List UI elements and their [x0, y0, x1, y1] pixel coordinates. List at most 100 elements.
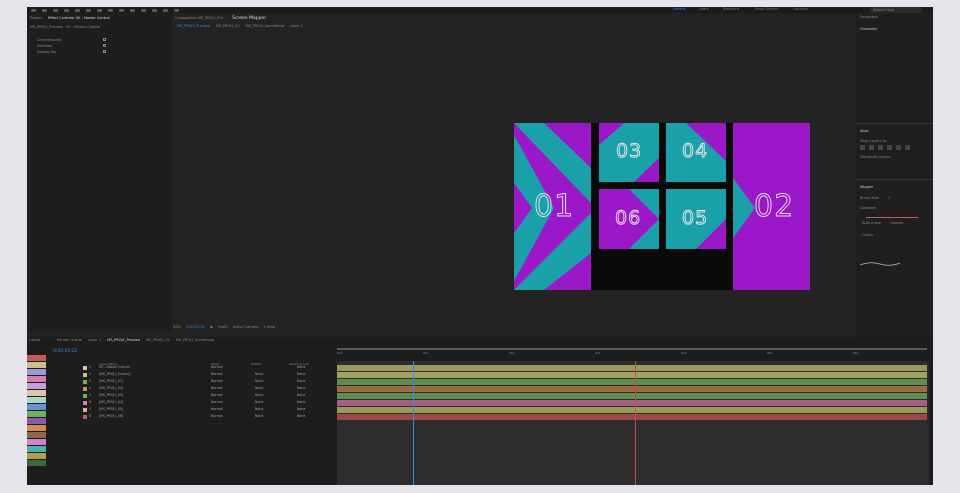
label-swatch[interactable] — [27, 404, 46, 410]
layer-duration-bar[interactable] — [337, 386, 927, 392]
layer-duration-bar[interactable] — [337, 365, 927, 371]
sections-checkbox[interactable] — [103, 44, 106, 47]
tab-layer-1[interactable]: Layer 1 — [88, 338, 101, 342]
text-tool-icon[interactable] — [130, 8, 135, 12]
layer-name[interactable]: [MS_PROJ1_04] — [99, 400, 123, 404]
label-swatch[interactable] — [27, 362, 46, 368]
layer-row[interactable]: 1 00 - Master Control Normal None — [49, 365, 335, 371]
label-swatch[interactable] — [27, 439, 46, 445]
magnification-dropdown[interactable]: 50% — [173, 325, 181, 329]
hand-tool-icon[interactable] — [53, 8, 58, 12]
effect-checkerboard[interactable]: Checkerboard — [37, 38, 61, 42]
layer-mode-dropdown[interactable]: Normal — [211, 365, 223, 369]
workspace-small-screen[interactable]: Small Screen — [755, 7, 778, 11]
layer-row[interactable]: 8 [MS_PROJ1_06] Normal None None — [49, 414, 335, 420]
layer-parent-dropdown[interactable]: None — [297, 393, 305, 397]
composition-viewer[interactable]: 01 03 04 02 06 05 — [173, 30, 855, 320]
timeline-current-time[interactable]: 0:00:03:22 — [53, 349, 78, 354]
label-swatch[interactable] — [27, 397, 46, 403]
tab-ms-proj1-02[interactable]: MS_PROJ1_02 — [146, 338, 170, 342]
layer-mode-dropdown[interactable]: Normal — [211, 386, 223, 390]
layer-duration-bar[interactable] — [337, 372, 927, 378]
layer-name[interactable]: [MS_PROJ1_03] — [99, 393, 123, 397]
rotate-tool-icon[interactable] — [75, 8, 80, 12]
layer-name[interactable]: [MS_PROJ1_Screen] — [99, 372, 130, 376]
opacity-checkbox[interactable]: Opacity — [890, 221, 903, 225]
align-bottom-icon[interactable] — [905, 145, 910, 150]
views-dropdown[interactable]: 1 View — [263, 325, 275, 329]
effect-display-no[interactable]: Display No. — [37, 50, 57, 54]
camera-dropdown[interactable]: Active Camera — [233, 325, 259, 329]
eraser-tool-icon[interactable] — [163, 8, 168, 12]
layer-duration-bar[interactable] — [337, 414, 927, 420]
label-swatch[interactable] — [27, 425, 46, 431]
layer-duration-bar[interactable] — [337, 393, 927, 399]
tab-ms-proj1-02[interactable]: MS_PROJ1_02 — [216, 24, 240, 28]
layer-parent-dropdown[interactable]: None — [297, 386, 305, 390]
label-swatch[interactable] — [27, 355, 46, 361]
layer-label-color[interactable] — [83, 380, 87, 384]
layer-duration-bar[interactable] — [337, 407, 927, 413]
playhead[interactable] — [413, 361, 414, 485]
label-swatch[interactable] — [27, 390, 46, 396]
resolution-dropdown[interactable]: (Half) — [218, 325, 228, 329]
layer-trkmat-dropdown[interactable]: None — [255, 407, 263, 411]
layer-duration-bar[interactable] — [337, 400, 927, 406]
label-swatch[interactable] — [27, 446, 46, 452]
tile-03[interactable]: 03 — [599, 123, 659, 182]
label-swatch[interactable] — [27, 383, 46, 389]
layer-label-color[interactable] — [83, 408, 87, 412]
auto-erase-checkbox[interactable]: Auto Erase — [862, 221, 881, 225]
layer-parent-dropdown[interactable]: None — [297, 400, 305, 404]
layer-mode-dropdown[interactable]: Normal — [211, 379, 223, 383]
layer-name[interactable]: [MS_PROJ1_05] — [99, 407, 123, 411]
layer-trkmat-dropdown[interactable]: None — [255, 386, 263, 390]
tab-render-queue[interactable]: Render Queue — [57, 338, 82, 342]
align-center-icon[interactable] — [869, 145, 874, 150]
label-swatch[interactable] — [27, 411, 46, 417]
workspace-learn[interactable]: Learn — [699, 7, 709, 11]
layer-mode-dropdown[interactable]: Normal — [211, 372, 223, 376]
layer-mode-dropdown[interactable]: Normal — [211, 414, 223, 418]
layer-row[interactable]: 5 [MS_PROJ1_03] Normal None None — [49, 393, 335, 399]
layer-mode-dropdown[interactable]: Normal — [211, 407, 223, 411]
brush-size-value[interactable]: 1 — [888, 196, 890, 200]
effect-sections[interactable]: Sections — [37, 44, 52, 48]
tile-05[interactable]: 05 — [666, 189, 726, 249]
layer-parent-dropdown[interactable]: None — [297, 365, 305, 369]
layer-trkmat-dropdown[interactable]: None — [255, 393, 263, 397]
tab-ms-proj1-preview[interactable]: MS_PROJ1_Preview — [177, 24, 210, 28]
layer-trkmat-dropdown[interactable]: None — [255, 372, 263, 376]
tab-ms-proj1-preview[interactable]: MS_PROJ1_Preview — [107, 338, 140, 342]
label-swatch[interactable] — [27, 376, 46, 382]
layer-name[interactable]: [MS_PROJ1_02] — [99, 386, 123, 390]
workspace-standard[interactable]: Standard — [723, 7, 739, 11]
clone-tool-icon[interactable] — [152, 8, 157, 12]
tile-06[interactable]: 06 — [599, 189, 659, 249]
layer-label-color[interactable] — [83, 415, 87, 419]
layer-name[interactable]: [MS_PROJ1_06] — [99, 414, 123, 418]
label-swatch[interactable] — [27, 460, 46, 466]
work-area-bar[interactable] — [337, 348, 927, 350]
layer-label-color[interactable] — [83, 373, 87, 377]
layer-parent-dropdown[interactable]: None — [297, 372, 305, 376]
layer-trkmat-dropdown[interactable]: None — [255, 414, 263, 418]
checkerboard-checkbox[interactable] — [103, 38, 106, 41]
layer-trkmat-dropdown[interactable]: None — [255, 400, 263, 404]
brush-tool-icon[interactable] — [141, 8, 146, 12]
character-panel-title[interactable]: Character — [860, 27, 877, 31]
layer-parent-dropdown[interactable]: None — [297, 379, 305, 383]
layer-mode-dropdown[interactable]: Normal — [211, 393, 223, 397]
pen-tool-icon[interactable] — [119, 8, 124, 12]
label-swatch[interactable] — [27, 432, 46, 438]
project-tab[interactable]: Project — [30, 16, 42, 20]
layer-parent-dropdown[interactable]: None — [297, 407, 305, 411]
workspace-libraries[interactable]: Libraries — [793, 7, 808, 11]
layer-name[interactable]: 00 - Master Control — [99, 365, 130, 369]
tile-01[interactable]: 01 — [514, 123, 591, 290]
shape-tool-icon[interactable] — [108, 8, 113, 12]
selection-tool-icon[interactable] — [42, 8, 47, 12]
align-right-icon[interactable] — [878, 145, 883, 150]
snapshot-icon[interactable]: ◉ — [210, 325, 213, 329]
layer-parent-dropdown[interactable]: None — [297, 414, 305, 418]
